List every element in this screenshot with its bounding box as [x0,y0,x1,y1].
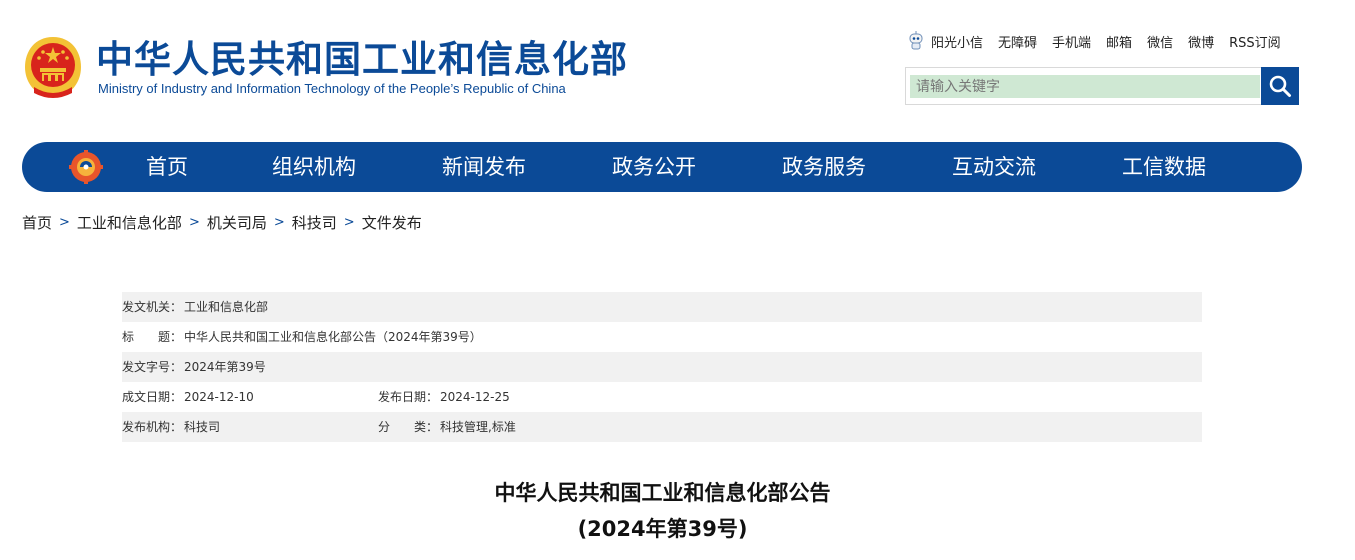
national-emblem-icon [25,37,81,98]
document-title: 中华人民共和国工业和信息化部公告 (2024年第39号) [0,478,1325,544]
docno-label: 发文字号： [122,360,183,374]
nav-data[interactable]: 工信数据 [1122,142,1206,192]
nav-home[interactable]: 首页 [146,142,188,192]
issuer-value: 工业和信息化部 [184,300,269,314]
breadcrumb-separator: > [59,215,70,230]
nav-gov-services[interactable]: 政务服务 [782,142,866,192]
title-value: 中华人民共和国工业和信息化部公告（2024年第39号） [184,330,482,344]
breadcrumb-ministry[interactable]: 工业和信息化部 [77,212,182,233]
main-nav: 首页 组织机构 新闻发布 政务公开 政务服务 互动交流 工信数据 [22,142,1302,192]
breadcrumb: 首页 > 工业和信息化部 > 机关司局 > 科技司 > 文件发布 [22,212,422,233]
ministry-gear-logo-icon [69,150,103,184]
breadcrumb-science-tech[interactable]: 科技司 [292,212,337,233]
link-accessibility[interactable]: 无障碍 [998,32,1037,51]
document-title-line1: 中华人民共和国工业和信息化部公告 [494,481,831,505]
org-label: 发布机构： [122,420,183,434]
published-date-value: 2024-12-25 [440,390,510,404]
title-label: 标 题： [122,330,183,344]
search-input[interactable] [910,75,1260,98]
breadcrumb-documents[interactable]: 文件发布 [362,212,422,233]
site-title: 中华人民共和国工业和信息化部 [96,38,628,81]
document-title-line2: (2024年第39号) [577,517,748,541]
info-row-org: 发布机构： 科技司 分 类： 科技管理,标准 [122,412,1202,442]
search-icon [1269,75,1291,97]
breadcrumb-separator: > [273,215,285,230]
link-wechat[interactable]: 微信 [1147,32,1173,51]
robot-assistant-icon[interactable] [907,31,925,51]
search-box [905,67,1299,105]
link-rss[interactable]: RSS订阅 [1229,32,1281,51]
breadcrumb-separator: > [188,215,200,230]
nav-news[interactable]: 新闻发布 [442,142,526,192]
nav-organization[interactable]: 组织机构 [272,142,356,192]
link-mailbox[interactable]: 邮箱 [1106,32,1132,51]
top-links: 阳光小信 无障碍 手机端 邮箱 微信 微博 RSS订阅 [907,31,1281,51]
created-date-label: 成文日期： [122,390,183,404]
org-value: 科技司 [184,420,221,434]
link-mobile[interactable]: 手机端 [1052,32,1091,51]
category-value: 科技管理,标准 [440,420,516,434]
info-row-title: 标 题： 中华人民共和国工业和信息化部公告（2024年第39号） [122,322,1202,352]
issuer-label: 发文机关： [122,300,183,314]
published-date-label: 发布日期： [378,390,439,404]
info-row-issuer: 发文机关： 工业和信息化部 [122,292,1202,322]
created-date-value: 2024-12-10 [184,390,254,404]
link-sunshine-xiaoxin[interactable]: 阳光小信 [931,32,983,51]
breadcrumb-separator: > [343,215,355,230]
link-weibo[interactable]: 微博 [1188,32,1214,51]
info-row-dates: 成文日期： 2024-12-10 发布日期： 2024-12-25 [122,382,1202,412]
document-info-table: 发文机关： 工业和信息化部 标 题： 中华人民共和国工业和信息化部公告（2024… [122,292,1202,442]
breadcrumb-home[interactable]: 首页 [22,212,52,233]
site-subtitle: Ministry of Industry and Information Tec… [98,81,566,96]
search-button[interactable] [1261,67,1299,105]
info-row-docno: 发文字号： 2024年第39号 [122,352,1202,382]
docno-value: 2024年第39号 [184,360,266,374]
breadcrumb-departments[interactable]: 机关司局 [207,212,267,233]
nav-interaction[interactable]: 互动交流 [952,142,1036,192]
category-label: 分 类： [378,420,439,434]
nav-gov-affairs[interactable]: 政务公开 [612,142,696,192]
